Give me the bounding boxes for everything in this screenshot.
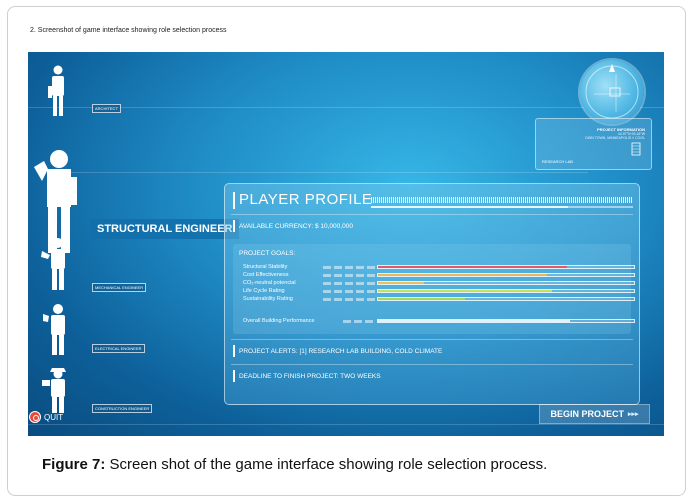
electrical-engineer-figure-icon [43, 304, 65, 355]
goal-dots [323, 266, 375, 269]
caption-text: Screen shot of the game interface showin… [105, 456, 548, 473]
available-currency: AVAILABLE CURRENCY: $ 10,000,000 [239, 223, 353, 230]
goal-row: Sustainability Rating [243, 296, 639, 302]
divider [231, 214, 633, 215]
quit-button[interactable]: QUIT [29, 409, 63, 425]
project-info-panel: PROJECT INFORMATION 44.97°N 93.16°W DWN … [535, 118, 652, 170]
goal-row: Life Cycle Rating [243, 288, 639, 294]
goal-dots [323, 290, 375, 293]
deadline-accent [233, 370, 235, 382]
role-construction-engineer[interactable]: CONSTRUCTION ENGINEER [42, 364, 172, 414]
role-structural-engineer-label: STRUCTURAL ENGINEER [90, 219, 240, 239]
role-electrical-engineer[interactable]: ELECTRICAL ENGINEER [36, 302, 146, 362]
divider [231, 339, 633, 340]
overall-performance-row: Overall Building Performance [243, 318, 639, 324]
role-electrical-engineer-label: ELECTRICAL ENGINEER [92, 344, 145, 353]
quit-label: QUIT [44, 412, 64, 422]
mechanical-engineer-figure-icon [41, 238, 65, 290]
architect-figure-icon [48, 65, 64, 116]
project-alerts: PROJECT ALERTS: [1] RESEARCH LAB BUILDIN… [239, 348, 443, 355]
divider [231, 364, 633, 365]
role-architect[interactable]: ARCHITECT [38, 62, 128, 122]
begin-project-label: BEGIN PROJECT [550, 409, 624, 419]
goal-label: CO₂-neutral potencial [243, 280, 296, 286]
player-profile-title: PLAYER PROFILE [239, 191, 373, 208]
building-icon [631, 142, 641, 156]
project-goals-header: PROJECT GOALS: [239, 250, 296, 257]
figure-caption: Figure 7: Screen shot of the game interf… [42, 455, 652, 474]
figure-label: 2. Screenshot of game interface showing … [30, 27, 227, 34]
project-goals-box: PROJECT GOALS: Structural Stability Cost… [233, 244, 635, 334]
role-mechanical-engineer-label: MECHANICAL ENGINEER [92, 283, 147, 292]
project-info-building: RESEARCH LAB [542, 159, 573, 164]
role-construction-engineer-label: CONSTRUCTION ENGINEER [92, 404, 153, 413]
goal-bar [377, 297, 635, 301]
project-info-location: DWN TOWN, MINNEAPOLIS // COOL [585, 136, 645, 140]
goal-dots [323, 298, 375, 301]
role-mechanical-engineer[interactable]: MECHANICAL ENGINEER [36, 237, 147, 297]
game-screen: ARCHITECT STRUCTURAL ENGINEER MECHANICAL… [28, 52, 664, 436]
globe-icon [585, 64, 639, 119]
decor-line [28, 424, 664, 425]
caption-label: Figure 7: [42, 456, 106, 473]
goal-dots [343, 320, 375, 323]
overall-performance-bar [377, 319, 635, 323]
goal-label: Cost Effectiveness [243, 272, 289, 278]
title-accent [233, 192, 235, 209]
goal-dots [323, 274, 375, 277]
goal-label: Life Cycle Rating [243, 288, 285, 294]
begin-project-button[interactable]: BEGIN PROJECT ▸▸▸ [539, 404, 650, 424]
goal-dots [323, 282, 375, 285]
alerts-accent [233, 345, 235, 357]
goal-row: Cost Effectiveness [243, 272, 639, 278]
goal-label: Sustainability Rating [243, 296, 293, 302]
goal-label: Structural Stability [243, 264, 288, 270]
power-icon [29, 411, 41, 423]
arrow-right-icon: ▸▸▸ [627, 411, 639, 418]
role-architect-label: ARCHITECT [92, 104, 121, 113]
profile-progress-stripe [371, 197, 633, 203]
goal-bar [377, 265, 635, 269]
goal-row: CO₂-neutral potencial [243, 280, 639, 286]
goal-bar [377, 289, 635, 293]
profile-progress-bar [371, 206, 633, 208]
overall-performance-label: Overall Building Performance [243, 318, 315, 324]
compass-icon [580, 60, 644, 124]
currency-accent [233, 220, 235, 232]
goal-row: Structural Stability [243, 264, 639, 270]
project-deadline: DEADLINE TO FINISH PROJECT: TWO WEEKS [239, 373, 381, 380]
goal-bar [377, 281, 635, 285]
construction-engineer-figure-icon [42, 368, 66, 413]
player-profile-panel: PLAYER PROFILE AVAILABLE CURRENCY: $ 10,… [224, 183, 640, 405]
goal-bar [377, 273, 635, 277]
